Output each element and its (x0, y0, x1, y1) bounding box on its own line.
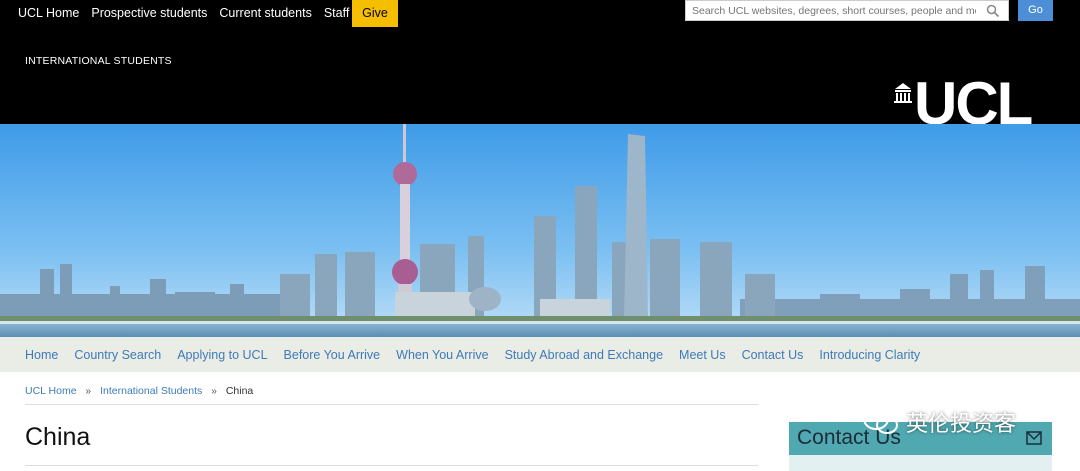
site-title[interactable]: INTERNATIONAL STUDENTS (25, 55, 172, 67)
nav-item-home[interactable]: Home (25, 348, 58, 362)
masthead: INTERNATIONAL STUDENTS UCL (0, 27, 1080, 125)
watermark-text: 英伦投资客 (906, 412, 1017, 437)
top-link-ucl-home[interactable]: UCL Home (18, 0, 79, 27)
nav-item-study-abroad[interactable]: Study Abroad and Exchange (505, 348, 663, 362)
divider (25, 404, 758, 405)
top-link-current-students[interactable]: Current students (219, 0, 311, 27)
nav-item-country-search[interactable]: Country Search (74, 348, 161, 362)
breadcrumb-separator: » (211, 385, 217, 397)
give-button[interactable]: Give (352, 0, 398, 27)
page-title: China (25, 423, 91, 451)
ucl-logo[interactable]: UCL (893, 79, 1053, 125)
nav-item-contact-us[interactable]: Contact Us (742, 348, 804, 362)
nav-item-introducing-clarity[interactable]: Introducing Clarity (819, 348, 920, 362)
top-link-staff[interactable]: Staff (324, 0, 349, 27)
portico-icon (894, 83, 912, 103)
search-icon[interactable] (986, 4, 1000, 18)
envelope-icon (1026, 431, 1042, 445)
nav-item-when-you-arrive[interactable]: When You Arrive (396, 348, 488, 362)
main-nav: Home Country Search Applying to UCL Befo… (0, 337, 1080, 372)
search-input[interactable] (686, 1, 976, 21)
nav-item-meet-us[interactable]: Meet Us (679, 348, 726, 362)
breadcrumb: UCL Home » International Students » Chin… (25, 385, 253, 397)
breadcrumb-international-students[interactable]: International Students (100, 385, 202, 397)
top-utility-bar: UCL Home Prospective students Current st… (0, 0, 1080, 27)
search-box (685, 0, 1009, 21)
contact-panel-body (789, 455, 1052, 471)
wechat-icon (863, 408, 898, 434)
breadcrumb-current: China (225, 385, 254, 397)
go-button[interactable]: Go (1018, 0, 1053, 21)
top-link-prospective-students[interactable]: Prospective students (91, 0, 207, 27)
breadcrumb-separator: » (85, 385, 92, 397)
nav-item-applying[interactable]: Applying to UCL (177, 348, 267, 362)
breadcrumb-ucl-home[interactable]: UCL Home (25, 385, 77, 397)
nav-item-before-you-arrive[interactable]: Before You Arrive (284, 348, 381, 362)
watermark: 英伦投资客 (862, 406, 1016, 438)
ucl-logo-text: UCL (914, 79, 1032, 125)
divider (25, 465, 758, 466)
shanghai-skyline-banner (0, 124, 1080, 337)
top-nav: UCL Home Prospective students Current st… (18, 0, 361, 27)
